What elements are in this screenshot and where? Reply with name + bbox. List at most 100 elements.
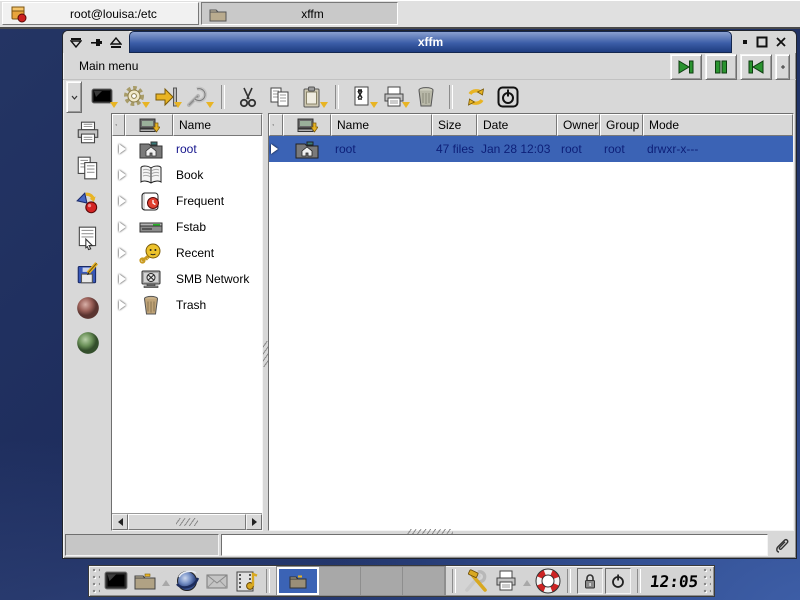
tree-header-corner[interactable]: , bbox=[112, 114, 125, 136]
pause-button[interactable] bbox=[705, 54, 737, 80]
drive-icon bbox=[138, 216, 164, 238]
file-mode: drwxr-x--- bbox=[643, 142, 793, 156]
files-header-mode[interactable]: Mode bbox=[643, 114, 793, 136]
reload-button[interactable] bbox=[461, 82, 491, 112]
main-menu[interactable]: Main menu bbox=[63, 59, 138, 73]
tree-body: root Book bbox=[112, 136, 262, 513]
tree-header-icon-column[interactable] bbox=[125, 114, 173, 136]
expander-icon[interactable] bbox=[119, 300, 131, 310]
print-button[interactable] bbox=[379, 82, 409, 112]
skip-forward-button[interactable] bbox=[670, 54, 702, 80]
iconify-icon[interactable] bbox=[740, 34, 750, 50]
panel-grip-right[interactable] bbox=[703, 568, 711, 594]
unshade-icon[interactable] bbox=[107, 34, 125, 50]
maximize-icon[interactable] bbox=[755, 34, 769, 50]
file-date: Jan 28 12:03 bbox=[477, 142, 557, 156]
panel-media-button[interactable] bbox=[232, 567, 262, 595]
location-entry[interactable] bbox=[221, 534, 768, 556]
quit-button[interactable] bbox=[493, 82, 523, 112]
pager-desktop-4[interactable] bbox=[403, 567, 445, 595]
popup-arrow-icon[interactable] bbox=[523, 576, 531, 586]
scroll-right-button[interactable] bbox=[246, 514, 262, 530]
copy-button[interactable] bbox=[265, 82, 295, 112]
tree-row-trash[interactable]: Trash bbox=[112, 292, 262, 318]
terminal-button[interactable] bbox=[87, 82, 117, 112]
detach-button[interactable] bbox=[775, 54, 790, 80]
skip-back-button[interactable] bbox=[740, 54, 772, 80]
files-header-name[interactable]: Name bbox=[331, 114, 432, 136]
panel-splitter[interactable] bbox=[263, 113, 268, 531]
tree-row-smb[interactable]: SMB Network bbox=[112, 266, 262, 292]
titlebar-drag-area[interactable]: xffm bbox=[129, 31, 732, 53]
files-header-date[interactable]: Date bbox=[477, 114, 557, 136]
expander-icon[interactable] bbox=[119, 222, 131, 232]
close-icon[interactable] bbox=[774, 34, 788, 50]
files-header-group[interactable]: Group bbox=[600, 114, 643, 136]
task-button-terminal[interactable]: root@louisa:/etc bbox=[2, 2, 199, 25]
tree-row-frequent[interactable]: Frequent bbox=[112, 188, 262, 214]
top-taskbar: root@louisa:/etc xffm bbox=[0, 0, 800, 29]
scroll-left-button[interactable] bbox=[112, 514, 128, 530]
paste-button[interactable] bbox=[297, 82, 327, 112]
scripts-button[interactable] bbox=[347, 82, 377, 112]
popup-arrow-icon[interactable] bbox=[162, 576, 170, 586]
panel-mail-button[interactable] bbox=[202, 567, 232, 595]
side-duplicate-button[interactable] bbox=[73, 154, 103, 182]
side-run-button[interactable] bbox=[73, 189, 103, 217]
menubar: Main menu bbox=[63, 53, 796, 80]
side-print-button[interactable] bbox=[73, 119, 103, 147]
pager-desktop-1[interactable] bbox=[277, 567, 319, 595]
tree-row-recent[interactable]: Recent bbox=[112, 240, 262, 266]
settings-button[interactable] bbox=[119, 82, 149, 112]
expander-icon[interactable] bbox=[119, 170, 131, 180]
panel-print-button[interactable] bbox=[491, 567, 521, 595]
side-open-with-button[interactable] bbox=[73, 224, 103, 252]
panel-help-button[interactable] bbox=[533, 567, 563, 595]
files-header-owner[interactable]: Owner bbox=[557, 114, 600, 136]
run-icon bbox=[75, 190, 101, 216]
tree-row-book[interactable]: Book bbox=[112, 162, 262, 188]
file-name: root bbox=[331, 142, 432, 156]
expander-icon[interactable] bbox=[119, 274, 131, 284]
file-row-root[interactable]: root 47 files Jan 28 12:03 root root drw… bbox=[269, 136, 793, 162]
side-save-button[interactable] bbox=[73, 259, 103, 287]
tools-button[interactable] bbox=[183, 82, 213, 112]
pager-desktop-2[interactable] bbox=[319, 567, 361, 595]
expander-icon[interactable] bbox=[119, 144, 131, 154]
skip-forward-icon bbox=[677, 59, 695, 75]
expander-icon[interactable] bbox=[119, 196, 131, 206]
skip-back-icon bbox=[747, 59, 765, 75]
toolbar-collapse-button[interactable] bbox=[66, 81, 82, 113]
dropdown-arrow-icon bbox=[370, 102, 378, 112]
cut-button[interactable] bbox=[233, 82, 263, 112]
tree-row-root[interactable]: root bbox=[112, 136, 262, 162]
status-progress-box bbox=[65, 534, 219, 556]
files-header-icon-column[interactable] bbox=[283, 114, 331, 136]
panel-web-browser-button[interactable] bbox=[172, 567, 202, 595]
pager-desktop-3[interactable] bbox=[361, 567, 403, 595]
task-label: xffm bbox=[234, 7, 391, 21]
panel-file-manager-button[interactable] bbox=[131, 567, 161, 595]
task-button-xffm[interactable]: xffm bbox=[201, 2, 398, 25]
expander-icon[interactable] bbox=[119, 248, 131, 258]
tree-row-fstab[interactable]: Fstab bbox=[112, 214, 262, 240]
goto-button[interactable] bbox=[151, 82, 181, 112]
paperclip-slot[interactable] bbox=[770, 534, 794, 556]
shade-icon[interactable] bbox=[67, 34, 85, 50]
stick-pin-icon[interactable] bbox=[87, 34, 105, 50]
panel-separator bbox=[266, 569, 270, 593]
tree-header-name[interactable]: Name bbox=[173, 114, 262, 136]
panel-lock-button[interactable] bbox=[577, 568, 603, 594]
panel-power-button[interactable] bbox=[605, 568, 631, 594]
files-header-corner[interactable]: , bbox=[269, 114, 283, 136]
files-header-size[interactable]: Size bbox=[432, 114, 477, 136]
side-sphere-red-button[interactable] bbox=[73, 294, 103, 322]
panel-clock[interactable]: 12:05 bbox=[649, 572, 699, 591]
panel-terminal-button[interactable] bbox=[101, 567, 131, 595]
trash-button[interactable] bbox=[411, 82, 441, 112]
expander-icon[interactable] bbox=[271, 144, 283, 154]
panel-grip-left[interactable] bbox=[92, 568, 100, 594]
panel-settings-button[interactable] bbox=[461, 567, 491, 595]
side-sphere-green-button[interactable] bbox=[73, 329, 103, 357]
scrollbar-thumb[interactable] bbox=[128, 514, 246, 530]
